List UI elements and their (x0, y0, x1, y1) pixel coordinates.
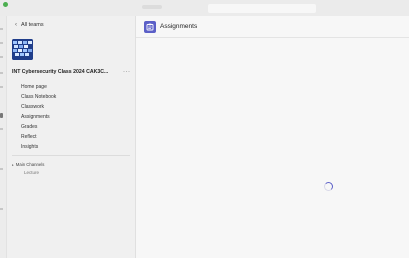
rail-item[interactable] (0, 168, 3, 170)
nav-item-grades[interactable]: Grades (21, 122, 56, 132)
nav-item-assignments[interactable]: Assignments (21, 112, 56, 122)
status-dot-icon (3, 2, 8, 7)
main-channels-toggle[interactable]: ▸ Main Channels (12, 162, 44, 167)
main-channels-label: Main Channels (15, 162, 45, 167)
team-nav: Home page Class Notebook Classwork Assig… (21, 82, 56, 152)
team-name[interactable]: INT Cybersecurity Class 2024 CAK3C... (12, 69, 108, 75)
assignments-icon (144, 21, 156, 33)
rail-item[interactable] (0, 208, 3, 210)
main-panel: Assignments (136, 16, 409, 258)
nav-item-class-notebook[interactable]: Class Notebook (21, 92, 56, 102)
rail-item-active[interactable] (0, 113, 3, 118)
rail-item[interactable] (0, 72, 3, 74)
nav-arrows-icon[interactable] (142, 5, 162, 9)
all-teams-label: All teams (21, 22, 44, 28)
channel-item-lecture[interactable]: Lecture (24, 170, 39, 175)
all-teams-link[interactable]: ‹ All teams (15, 22, 44, 28)
page-title: Assignments (160, 23, 198, 30)
rail-item[interactable] (0, 28, 3, 30)
main-header: Assignments (136, 16, 409, 38)
app-rail (0, 16, 7, 258)
rail-item[interactable] (0, 86, 3, 88)
nav-item-classwork[interactable]: Classwork (21, 102, 56, 112)
team-sidebar: ‹ All teams INT Cybersecurity Class 2024… (7, 16, 136, 258)
nav-item-home-page[interactable]: Home page (21, 82, 56, 92)
title-bar (0, 0, 409, 16)
more-icon[interactable]: ··· (123, 69, 131, 75)
search-input[interactable] (208, 4, 316, 13)
rail-item[interactable] (0, 42, 3, 44)
loading-spinner-icon (324, 182, 333, 191)
rail-item[interactable] (0, 128, 3, 130)
rail-item[interactable] (0, 56, 3, 58)
divider (12, 155, 130, 156)
team-avatar[interactable] (12, 39, 33, 60)
nav-item-reflect[interactable]: Reflect (21, 132, 56, 142)
nav-item-insights[interactable]: Insights (21, 142, 56, 152)
caret-right-icon: ▸ (12, 162, 14, 167)
chevron-left-icon: ‹ (15, 22, 17, 28)
